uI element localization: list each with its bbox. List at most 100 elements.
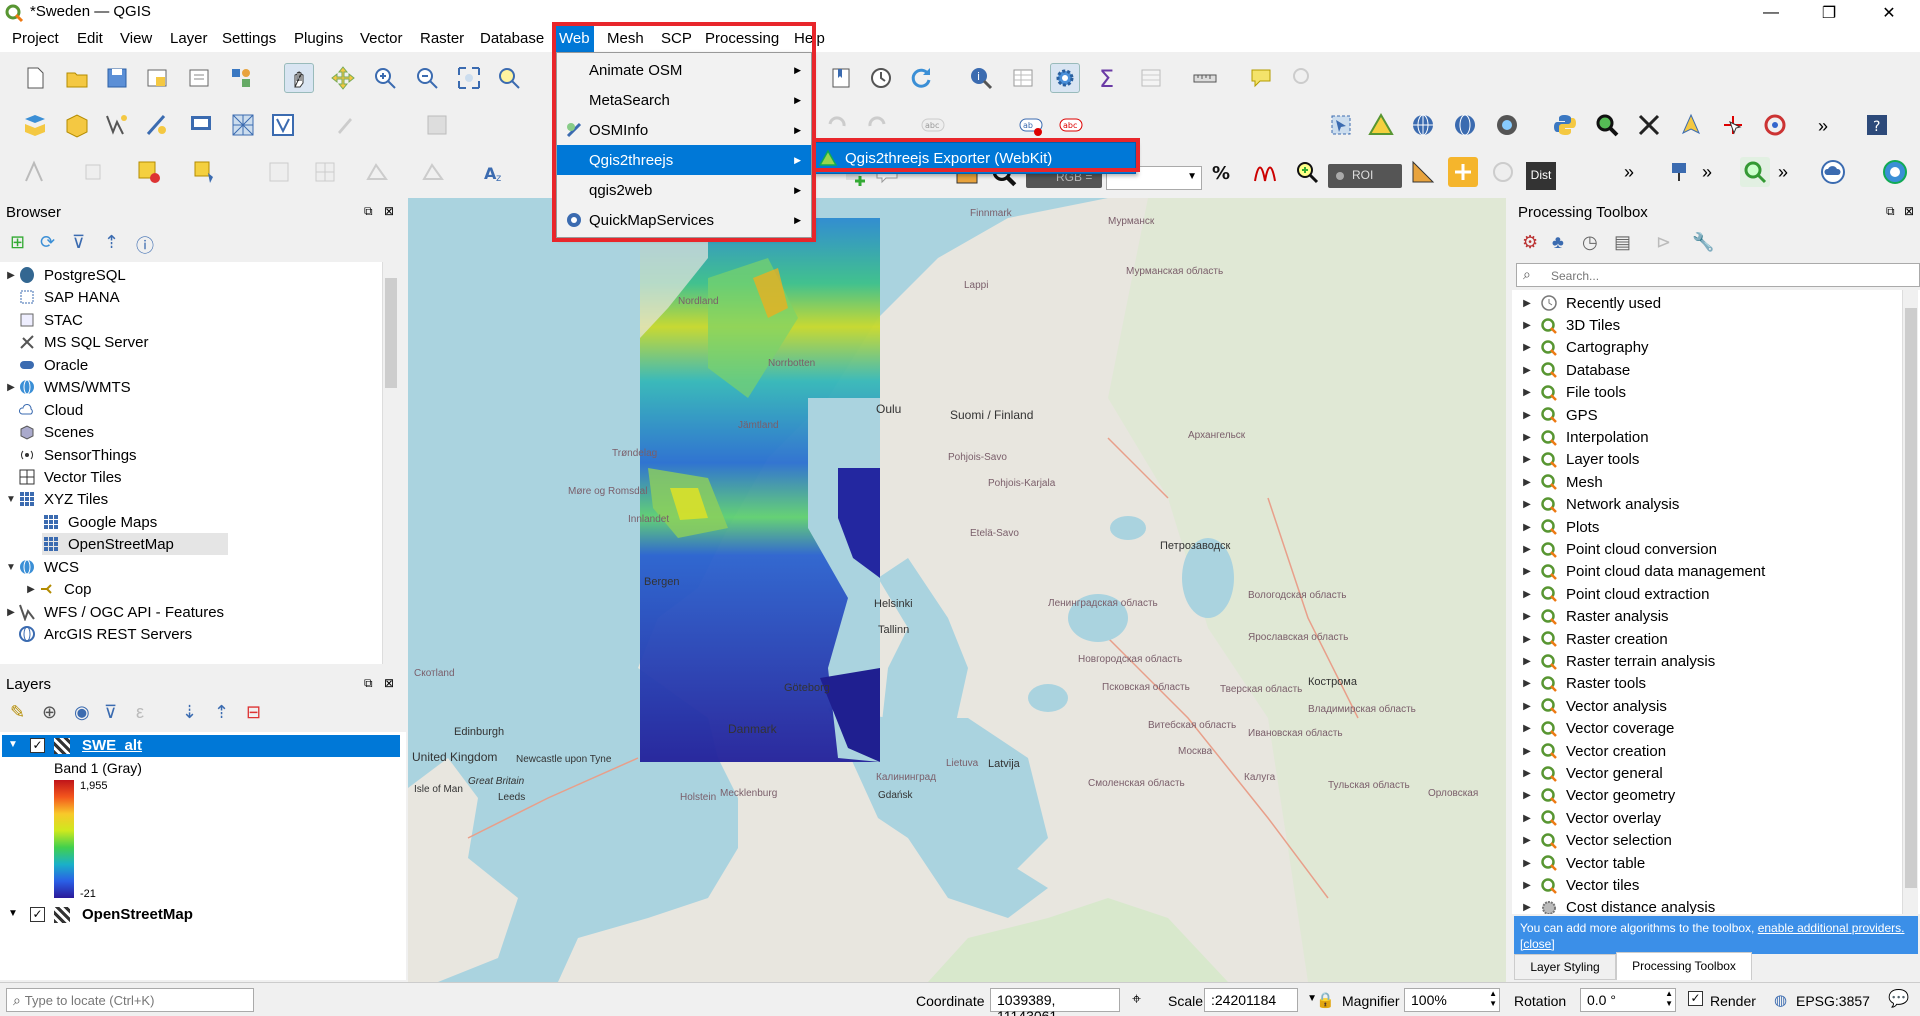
browser-item-xyz-tiles[interactable]: ▼ XYZ Tiles <box>4 488 108 510</box>
scroll-thumb[interactable] <box>1905 308 1917 888</box>
processing-item[interactable]: ▶ Point cloud extraction <box>1512 583 1709 605</box>
minimize-button[interactable]: — <box>1748 0 1794 26</box>
collapse-all-icon[interactable]: ⇡ <box>214 702 229 723</box>
processing-item[interactable]: ▶ Vector tiles <box>1512 874 1639 896</box>
triangle-plugin-icon[interactable] <box>1366 110 1396 140</box>
processing-item[interactable]: ▶ Vector coverage <box>1512 718 1674 740</box>
select-features-icon[interactable] <box>1326 110 1356 140</box>
more-chevron-3-icon[interactable]: » <box>1778 162 1788 183</box>
menu-layer[interactable]: Layer <box>170 30 208 47</box>
expand-arrow-icon[interactable]: ▶ <box>1520 365 1534 376</box>
browser-item-google-maps[interactable]: Google Maps <box>42 511 157 533</box>
dist-button[interactable]: Dist <box>1526 162 1556 190</box>
layer-visibility-checkbox[interactable]: ✓ <box>30 738 45 753</box>
browser-item-wfs[interactable]: ▶ WFS / OGC API - Features <box>4 601 224 623</box>
table-icon[interactable] <box>1136 63 1166 93</box>
filter-legend-icon[interactable]: ⊽ <box>104 702 117 723</box>
label-abc-grey-icon[interactable]: abc <box>918 110 948 140</box>
collapse-arrow-icon[interactable]: ▼ <box>8 908 18 919</box>
browser-item-cop[interactable]: ▶ Cop <box>24 578 91 600</box>
messages-icon[interactable]: 💬 <box>1888 989 1909 1009</box>
plugin-globe-icon[interactable] <box>1880 157 1910 187</box>
menu-database[interactable]: Database <box>480 30 544 47</box>
expand-arrow-icon[interactable]: ▶ <box>1520 566 1534 577</box>
menu-view[interactable]: View <box>120 30 152 47</box>
circle-tool-icon[interactable] <box>1488 157 1518 187</box>
statistical-summary-icon[interactable]: Σ <box>1092 63 1122 93</box>
expand-arrow-icon[interactable]: ▶ <box>1520 432 1534 443</box>
globe-settings-icon[interactable] <box>1450 110 1480 140</box>
expand-arrow-icon[interactable]: ▶ <box>1520 701 1534 712</box>
add-orange-icon[interactable] <box>1448 157 1478 187</box>
processing-item[interactable]: ▶ Mesh <box>1512 471 1603 493</box>
collapse-arrow-icon[interactable]: ▼ <box>4 562 18 573</box>
panel-float-icon[interactable]: ⧉ <box>364 676 373 691</box>
add-selected-icon[interactable]: ⊞ <box>10 232 25 253</box>
maximize-button[interactable]: ❐ <box>1806 0 1852 26</box>
processing-item[interactable]: ▶ Vector overlay <box>1512 807 1661 829</box>
processing-item[interactable]: ▶ Vector general <box>1512 762 1663 784</box>
panel-close-icon[interactable]: ⊠ <box>384 676 394 690</box>
menu-plugins[interactable]: Plugins <box>294 30 343 47</box>
label-abc-red-icon[interactable]: abc <box>1056 110 1086 140</box>
processing-item[interactable]: ▶ Raster terrain analysis <box>1512 650 1715 672</box>
pan-map-icon[interactable] <box>284 63 314 93</box>
magnifier-spinbox[interactable]: 100% ▲ ▼ <box>1404 988 1500 1012</box>
style-manager-icon[interactable] <box>226 63 256 93</box>
measure-line-icon[interactable] <box>1190 63 1220 93</box>
expand-arrow-icon[interactable]: ▶ <box>1520 880 1534 891</box>
properties-icon[interactable]: ⓘ <box>136 232 154 258</box>
browser-item-sap-hana[interactable]: SAP HANA <box>18 286 120 308</box>
scroll-thumb[interactable] <box>385 278 397 388</box>
processing-item[interactable]: ▶ Recently used <box>1512 292 1661 314</box>
add-vector-tile-icon[interactable] <box>268 110 298 140</box>
processing-item[interactable]: ▶ Vector analysis <box>1512 695 1667 717</box>
scp-brush-icon[interactable] <box>1408 157 1438 187</box>
remove-layer-icon[interactable]: ⊟ <box>246 702 261 723</box>
tab-layer-styling[interactable]: Layer Styling <box>1514 954 1616 980</box>
expand-arrow-icon[interactable]: ▶ <box>1520 746 1534 757</box>
browser-item-mssql[interactable]: MS SQL Server <box>18 331 148 353</box>
label-tool-icon[interactable]: Az <box>480 157 510 187</box>
processing-item[interactable]: ▶ Cartography <box>1512 337 1648 359</box>
coordinate-field[interactable]: 1039389, 11143061 <box>990 988 1120 1016</box>
processing-item[interactable]: ▶ Layer tools <box>1512 449 1639 471</box>
refresh-icon[interactable] <box>906 63 936 93</box>
browser-item-oracle[interactable]: Oracle <box>18 354 88 376</box>
zoom-to-selection-icon[interactable] <box>494 63 524 93</box>
processing-item[interactable]: ▶ Network analysis <box>1512 494 1679 516</box>
toggle-extents-mouse-icon[interactable]: ⌖ <box>1132 991 1141 1009</box>
help-icon[interactable]: ? <box>1862 110 1892 140</box>
search-layers-icon[interactable] <box>1592 110 1622 140</box>
edit-features-icon[interactable]: ⊳ <box>1656 232 1671 253</box>
expand-arrow-icon[interactable]: ▶ <box>1520 499 1534 510</box>
advanced-digitizing-icon[interactable] <box>20 157 50 187</box>
add-group-icon[interactable]: ⊕ <box>42 702 57 723</box>
new-temporary-layer-icon[interactable] <box>142 110 172 140</box>
refresh-browser-icon[interactable]: ⟳ <box>40 232 55 253</box>
menu-edit[interactable]: Edit <box>77 30 103 47</box>
expand-arrow-icon[interactable]: ▶ <box>1520 902 1534 913</box>
deselect-features-icon[interactable] <box>134 157 164 187</box>
results-viewer-icon[interactable]: ▤ <box>1614 232 1631 253</box>
browser-item-openstreetmap[interactable]: OpenStreetMap <box>42 533 228 556</box>
vertex-tool-icon[interactable] <box>362 157 392 187</box>
python-console-icon[interactable] <box>1550 110 1580 140</box>
browser-item-wms[interactable]: ▶ WMS/WMTS <box>4 376 131 398</box>
select-by-location-icon[interactable] <box>190 157 220 187</box>
browser-item-sensorthings[interactable]: SensorThings <box>18 444 137 466</box>
spin-arrows-icon[interactable]: ▲ ▼ <box>1489 989 1497 1009</box>
expand-arrow-icon[interactable]: ▶ <box>1520 589 1534 600</box>
menu-project[interactable]: Project <box>12 30 59 47</box>
processing-item[interactable]: ▶ 3D Tiles <box>1512 314 1620 336</box>
filter-browser-icon[interactable]: ⊽ <box>72 232 85 253</box>
processing-item[interactable]: ▶ GPS <box>1512 404 1598 426</box>
open-project-icon[interactable] <box>62 63 92 93</box>
expand-arrow-icon[interactable]: ▶ <box>24 584 38 595</box>
scale-combo[interactable]: :24201184 ▼ <box>1204 988 1317 1012</box>
expand-arrow-icon[interactable]: ▶ <box>1520 454 1534 465</box>
browser-item-scenes[interactable]: Scenes <box>18 421 94 443</box>
processing-item[interactable]: ▶ Database <box>1512 359 1630 381</box>
toolbox-gear-icon[interactable] <box>1050 63 1080 93</box>
field-calculator-icon[interactable] <box>264 157 294 187</box>
